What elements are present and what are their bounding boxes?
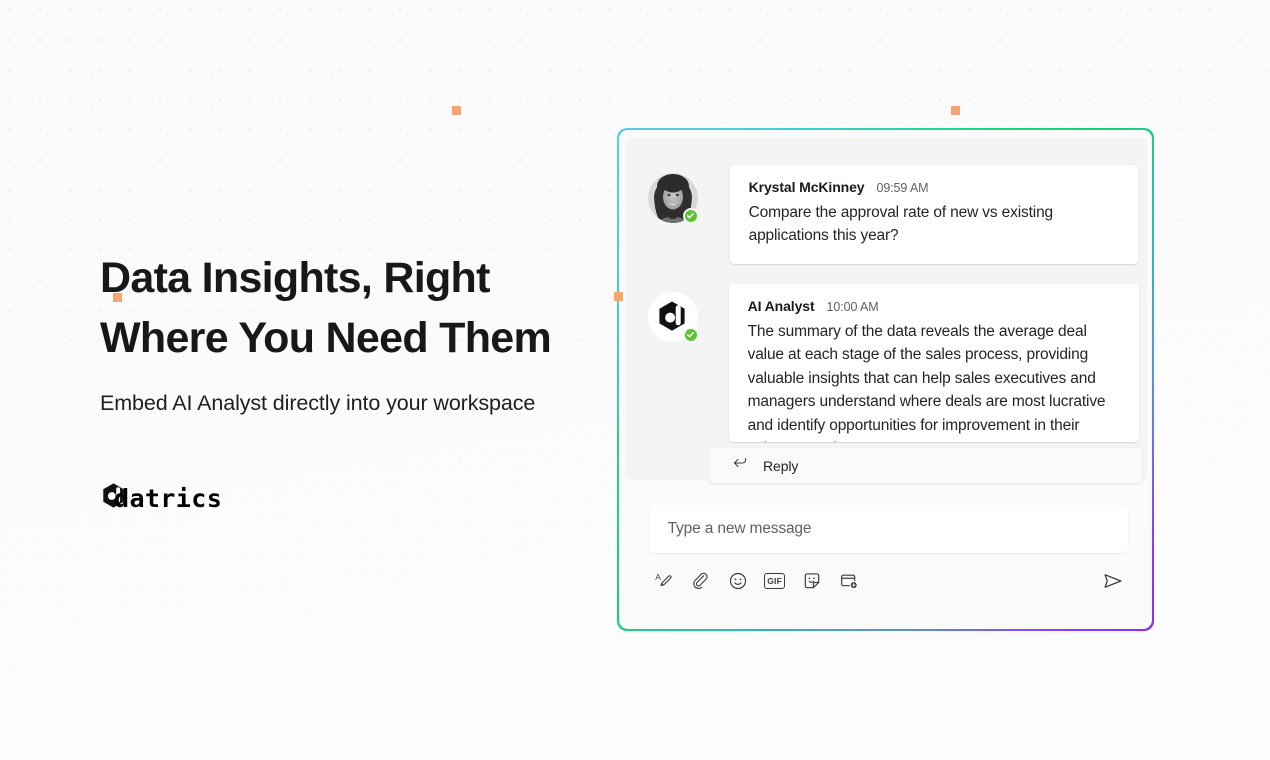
message-timestamp: 09:59 AM	[876, 180, 929, 195]
reply-bar[interactable]: Reply	[709, 448, 1142, 483]
message-input[interactable]	[667, 519, 1110, 538]
chat-panel: Krystal McKinney 09:59 AM Compare the ap…	[618, 129, 1153, 630]
sticker-icon[interactable]	[798, 567, 826, 595]
message-bubble-ai[interactable]: AI Analyst 10:00 AM The summary of the d…	[728, 283, 1139, 442]
presence-badge-available	[682, 326, 699, 343]
send-button[interactable]	[1098, 567, 1128, 595]
reply-arrow-icon	[731, 454, 749, 477]
headline-line-2: Where You Need Them	[100, 314, 552, 362]
headline-line-1: Data Insights, Right	[100, 254, 490, 302]
accent-square-top-left	[452, 106, 461, 115]
accent-square-top-right	[951, 106, 960, 115]
reply-label: Reply	[763, 457, 799, 474]
message-row-user: Krystal McKinney 09:59 AM Compare the ap…	[647, 164, 1138, 264]
message-timestamp: 10:00 AM	[826, 299, 879, 314]
gif-label: GIF	[764, 572, 786, 589]
apps-icon[interactable]	[835, 567, 863, 595]
message-author: AI Analyst	[747, 297, 815, 314]
brand-logo: datrics	[100, 482, 222, 514]
message-header: Krystal McKinney 09:59 AM	[749, 179, 1118, 195]
message-text: Compare the approval rate of new vs exis…	[748, 203, 1054, 245]
gif-icon[interactable]: GIF	[761, 567, 789, 595]
message-text: The summary of the data reveals the aver…	[747, 322, 1106, 442]
emoji-icon[interactable]	[724, 567, 752, 595]
message-author: Krystal McKinney	[748, 178, 865, 195]
message-list-scrollbar[interactable]	[1141, 146, 1146, 480]
message-composer: A	[649, 504, 1128, 595]
format-icon[interactable]: A	[650, 567, 678, 595]
avatar-krystal-mckinney[interactable]	[647, 172, 699, 224]
message-row-ai: AI Analyst 10:00 AM The summary of the d…	[647, 283, 1139, 442]
avatar-ai-analyst[interactable]	[647, 291, 699, 343]
brand-name: datrics	[114, 483, 223, 513]
hero-section: Data Insights, Right Where You Need Them…	[100, 248, 600, 421]
message-bubble-user[interactable]: Krystal McKinney 09:59 AM Compare the ap…	[729, 164, 1138, 264]
composer-input-container[interactable]	[649, 504, 1128, 553]
presence-badge-available	[682, 207, 699, 224]
chat-panel-gradient-border: Krystal McKinney 09:59 AM Compare the ap…	[617, 128, 1154, 631]
accent-square-panel-edge	[614, 292, 623, 301]
attach-icon[interactable]	[687, 567, 715, 595]
message-header: AI Analyst 10:00 AM	[748, 298, 1119, 314]
hero-subheadline: Embed AI Analyst directly into your work…	[100, 391, 536, 415]
composer-toolbar: A GIF	[650, 567, 1128, 595]
page-title: Data Insights, Right Where You Need Them	[100, 248, 600, 368]
svg-text:A: A	[655, 571, 661, 581]
message-list[interactable]: Krystal McKinney 09:59 AM Compare the ap…	[625, 137, 1147, 480]
